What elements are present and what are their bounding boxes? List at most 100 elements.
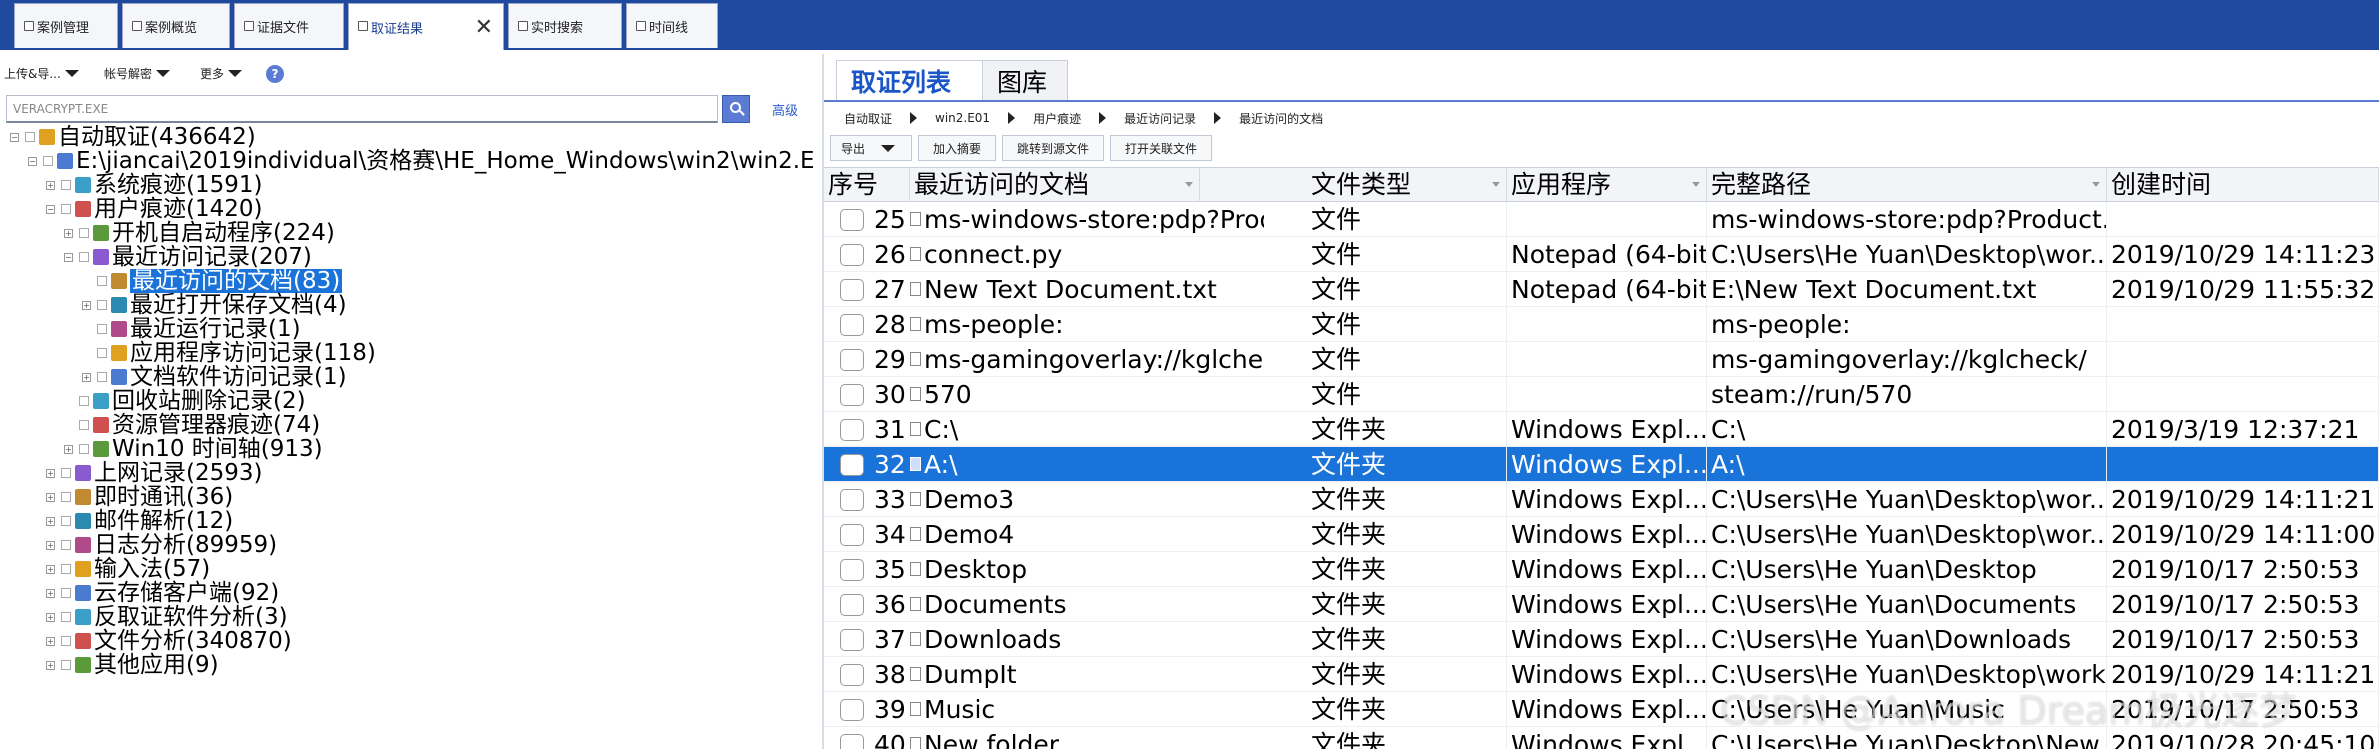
table-row[interactable]: 31 C:\ 文件夹 Windows Expl... C:\ 2019/3/19 12:3… xyxy=(824,412,2379,447)
table-row[interactable]: 37 Downloads 文件夹 Windows Expl... C:\Users\He… xyxy=(824,622,2379,657)
row-checkbox[interactable] xyxy=(840,279,864,301)
collapse-icon[interactable]: − xyxy=(46,204,55,214)
collapse-icon[interactable]: − xyxy=(10,132,19,142)
tree-node[interactable]: + 其他应用(9) xyxy=(46,653,219,677)
tree-checkbox[interactable] xyxy=(79,420,89,430)
row-checkbox[interactable] xyxy=(840,734,864,749)
tree-node[interactable]: + 即时通讯(36) xyxy=(46,485,233,509)
add-summary-button[interactable]: 加入摘要 xyxy=(918,135,997,161)
collapse-icon[interactable]: − xyxy=(28,156,37,166)
tab-forensic-results[interactable]: 取证结果 ✕ xyxy=(348,3,504,50)
close-icon[interactable]: ✕ xyxy=(475,15,493,40)
table-row[interactable]: 33 Demo3 文件夹 Windows Expl... C:\Users\He Yua… xyxy=(824,482,2379,517)
table-row[interactable]: 25 ms-windows-store:pdp?Produ... 文件 ms-wind… xyxy=(824,202,2379,237)
expand-icon[interactable]: + xyxy=(46,180,55,190)
tree-checkbox[interactable] xyxy=(61,540,71,550)
breadcrumb-item[interactable]: 用户痕迹 xyxy=(1033,110,1081,127)
tab-evidence-files[interactable]: 证据文件 xyxy=(234,3,344,48)
row-checkbox[interactable] xyxy=(840,209,864,231)
table-row[interactable]: 27 New Text Document.txt 文件 Notepad (64-bit… xyxy=(824,272,2379,307)
tree-node[interactable]: + 最近打开保存文档(4) xyxy=(82,293,347,317)
tab-case-overview[interactable]: 案例概览 xyxy=(122,3,230,48)
account-decrypt-dropdown[interactable]: 帐号解密 xyxy=(104,65,171,82)
tree-node[interactable]: 回收站删除记录(2) xyxy=(64,389,306,413)
tree-checkbox[interactable] xyxy=(97,348,107,358)
row-checkbox[interactable] xyxy=(840,594,864,616)
row-checkbox[interactable] xyxy=(840,314,864,336)
column-header-full-path[interactable]: 完整路径 xyxy=(1707,168,2107,202)
breadcrumb-item[interactable]: win2.E01 xyxy=(935,111,990,125)
expand-icon[interactable]: + xyxy=(46,540,55,550)
tree-checkbox[interactable] xyxy=(61,588,71,598)
expand-icon[interactable]: + xyxy=(82,372,91,382)
breadcrumb-item[interactable]: 最近访问记录 xyxy=(1124,110,1196,127)
collapse-icon[interactable]: − xyxy=(64,252,73,262)
tree-node[interactable]: 最近访问的文档(83) xyxy=(82,269,343,293)
column-header-index[interactable]: 序号 xyxy=(824,168,910,202)
tree-node[interactable]: 应用程序访问记录(118) xyxy=(82,341,376,365)
tree-checkbox[interactable] xyxy=(97,324,107,334)
row-checkbox[interactable] xyxy=(840,419,864,441)
expand-icon[interactable]: + xyxy=(46,468,55,478)
row-checkbox[interactable] xyxy=(840,244,864,266)
tree-node[interactable]: − 最近访问记录(207) xyxy=(64,245,312,269)
row-checkbox[interactable] xyxy=(840,454,864,476)
tree-checkbox[interactable] xyxy=(79,228,89,238)
tree-checkbox[interactable] xyxy=(61,636,71,646)
tree-node[interactable]: + 云存储客户端(92) xyxy=(46,581,279,605)
column-header-file-type[interactable]: 文件类型 xyxy=(1307,168,1507,202)
row-checkbox[interactable] xyxy=(840,699,864,721)
tree-checkbox[interactable] xyxy=(25,132,35,142)
tree-checkbox[interactable] xyxy=(61,468,71,478)
table-row[interactable]: 26 connect.py 文件 Notepad (64-bit) C:\Users\H… xyxy=(824,237,2379,272)
table-row[interactable]: 32 A:\ 文件夹 Windows Expl... A:\ xyxy=(824,447,2379,482)
tree-checkbox[interactable] xyxy=(79,396,89,406)
table-row[interactable]: 29 ms-gamingoverlay://kglcheck/文件 ms-gamin… xyxy=(824,342,2379,377)
tree-node[interactable]: + 文件分析(340870) xyxy=(46,629,292,653)
tree-checkbox[interactable] xyxy=(79,444,89,454)
tree-node[interactable]: + 邮件解析(12) xyxy=(46,509,233,533)
open-related-file-button[interactable]: 打开关联文件 xyxy=(1110,135,1213,161)
upload-export-dropdown[interactable]: 上传&导... xyxy=(4,65,79,82)
breadcrumb-item[interactable]: 自动取证 xyxy=(844,110,892,127)
table-row[interactable]: 36 Documents 文件夹 Windows Expl... C:\Users\He… xyxy=(824,587,2379,622)
table-row[interactable]: 28 ms-people: 文件 ms-people: xyxy=(824,307,2379,342)
tab-realtime-search[interactable]: 实时搜索 xyxy=(508,3,622,48)
tree-checkbox[interactable] xyxy=(97,300,107,310)
tree-node[interactable]: − 用户痕迹(1420) xyxy=(46,197,262,221)
column-header-document[interactable]: 最近访问的文档 xyxy=(910,168,1200,202)
row-checkbox[interactable] xyxy=(840,559,864,581)
tree-node[interactable]: − 自动取证(436642) xyxy=(10,125,256,149)
row-checkbox[interactable] xyxy=(840,524,864,546)
tree-checkbox[interactable] xyxy=(61,516,71,526)
search-input[interactable]: VERACRYPT.EXE xyxy=(6,95,718,123)
expand-icon[interactable]: + xyxy=(46,612,55,622)
expand-icon[interactable]: + xyxy=(64,228,73,238)
search-button[interactable] xyxy=(722,95,750,123)
expand-icon[interactable]: + xyxy=(46,588,55,598)
column-header-created-time[interactable]: 创建时间 xyxy=(2107,168,2379,202)
help-icon[interactable]: ? xyxy=(266,65,284,83)
table-row[interactable]: 30 570 文件 steam://run/570 xyxy=(824,377,2379,412)
tree-checkbox[interactable] xyxy=(43,156,53,166)
column-header-application[interactable]: 应用程序 xyxy=(1507,168,1707,202)
expand-icon[interactable]: + xyxy=(64,444,73,454)
breadcrumb-item[interactable]: 最近访问的文档 xyxy=(1239,110,1323,127)
expand-icon[interactable]: + xyxy=(82,300,91,310)
tree-checkbox[interactable] xyxy=(61,492,71,502)
row-checkbox[interactable] xyxy=(840,664,864,686)
tree-node[interactable]: 最近运行记录(1) xyxy=(82,317,301,341)
expand-icon[interactable]: + xyxy=(46,660,55,670)
row-checkbox[interactable] xyxy=(840,349,864,371)
row-checkbox[interactable] xyxy=(840,489,864,511)
tree-checkbox[interactable] xyxy=(61,564,71,574)
row-checkbox[interactable] xyxy=(840,384,864,406)
tree-checkbox[interactable] xyxy=(61,660,71,670)
tree-node[interactable]: 资源管理器痕迹(74) xyxy=(64,413,320,437)
tab-case-management[interactable]: 案例管理 xyxy=(14,3,118,48)
jump-to-source-button[interactable]: 跳转到源文件 xyxy=(1002,135,1105,161)
tree-node[interactable]: + Win10 时间轴(913) xyxy=(64,437,323,461)
tab-timeline[interactable]: 时间线 xyxy=(626,3,718,48)
expand-icon[interactable]: + xyxy=(46,564,55,574)
table-row[interactable]: 35 Desktop 文件夹 Windows Expl... C:\Users\He Y… xyxy=(824,552,2379,587)
